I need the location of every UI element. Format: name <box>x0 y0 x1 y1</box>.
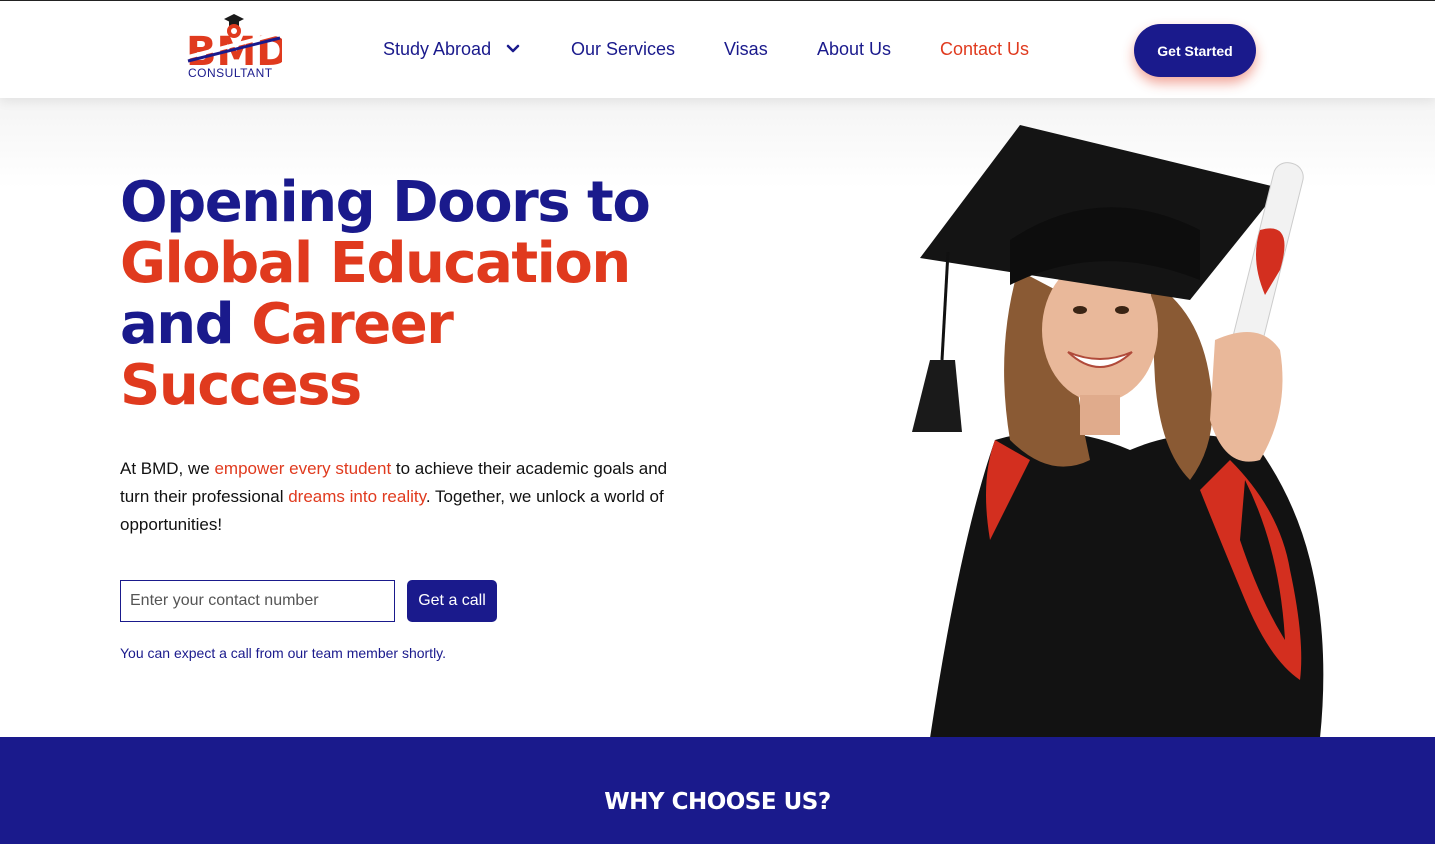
headline-line-4: Success <box>120 353 362 418</box>
headline-line-3a: and <box>120 292 252 357</box>
nav-visas[interactable]: Visas <box>724 39 768 60</box>
graduate-image <box>900 120 1350 738</box>
why-choose-us-title: WHY CHOOSE US? <box>604 789 831 815</box>
hero-headline: Opening Doors to Global Education and Ca… <box>120 172 720 416</box>
page: BMD CONSULTANT Study Abroad Our Services… <box>0 0 1435 844</box>
headline-line-3b: Career <box>251 292 454 357</box>
get-started-button[interactable]: Get Started <box>1134 24 1256 77</box>
intro-text-1: At BMD, we <box>120 459 215 478</box>
chevron-down-icon[interactable] <box>505 41 521 57</box>
nav-contact-us[interactable]: Contact Us <box>940 39 1029 60</box>
nav-our-services[interactable]: Our Services <box>571 39 675 60</box>
logo-subtext: CONSULTANT <box>188 66 273 80</box>
site-header: BMD CONSULTANT Study Abroad Our Services… <box>0 0 1435 98</box>
why-choose-us-section: WHY CHOOSE US? <box>0 737 1435 844</box>
headline-line-1: Opening Doors to <box>120 170 651 235</box>
logo-graphic: BMD <box>186 14 282 69</box>
get-a-call-button[interactable]: Get a call <box>407 580 497 622</box>
nav-study-abroad[interactable]: Study Abroad <box>383 39 491 60</box>
contact-number-input[interactable] <box>120 580 395 622</box>
hero-intro: At BMD, we empower every student to achi… <box>120 455 680 539</box>
call-note: You can expect a call from our team memb… <box>120 645 447 661</box>
logo[interactable]: BMD CONSULTANT <box>186 11 282 83</box>
intro-highlight-2: dreams into reality <box>288 487 426 506</box>
headline-line-2: Global Education <box>120 231 631 296</box>
intro-highlight-1: empower every student <box>214 459 392 478</box>
nav-about-us[interactable]: About Us <box>817 39 891 60</box>
